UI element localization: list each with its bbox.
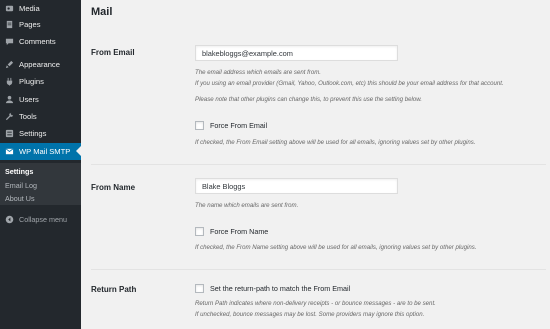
sidebar-item-tools[interactable]: Tools (0, 108, 81, 124)
appearance-icon (4, 59, 14, 69)
admin-sidebar: Media Pages Comments Appearance Plugins … (0, 0, 81, 329)
sidebar-item-label: Appearance (19, 59, 60, 69)
sidebar-item-label: Plugins (19, 76, 44, 86)
sidebar-item-wp-mail-smtp[interactable]: WP Mail SMTP (0, 143, 81, 160)
tools-icon (4, 111, 14, 121)
submenu-item-settings[interactable]: Settings (5, 167, 33, 176)
collapse-icon (4, 214, 14, 224)
sidebar-item-label: Pages (19, 19, 41, 29)
sidebar-item-users[interactable]: Users (0, 91, 81, 107)
collapse-menu-button[interactable]: Collapse menu (0, 212, 81, 226)
comments-icon (4, 36, 14, 46)
from-email-description: The email address which emails are sent … (195, 69, 321, 76)
from-name-label: From Name (91, 183, 136, 192)
sidebar-item-pages[interactable]: Pages (0, 16, 81, 32)
sidebar-item-media[interactable]: Media (0, 0, 81, 16)
settings-icon (4, 128, 14, 138)
page-title: Mail (91, 6, 113, 18)
sidebar-item-plugins[interactable]: Plugins (0, 73, 81, 89)
pages-icon (4, 19, 14, 29)
sidebar-item-label: Media (19, 3, 40, 13)
from-name-input[interactable] (195, 178, 398, 194)
sidebar-item-label: Comments (19, 36, 56, 46)
sidebar-item-comments[interactable]: Comments (0, 33, 81, 49)
return-path-label: Return Path (91, 285, 137, 294)
sidebar-item-appearance[interactable]: Appearance (0, 56, 81, 72)
force-from-name-label: Force From Name (210, 227, 269, 236)
from-email-provider-note: If you using an email provider (Gmail, Y… (195, 80, 504, 87)
sidebar-item-settings[interactable]: Settings (0, 125, 81, 141)
force-from-name-option[interactable]: Force From Name (195, 227, 268, 236)
return-path-option[interactable]: Set the return-path to match the From Em… (195, 284, 350, 293)
sidebar-submenu: Settings Email Log About Us (0, 163, 81, 205)
mail-icon (4, 147, 14, 157)
force-from-name-description: If checked, the From Name setting above … (195, 244, 477, 251)
from-email-label: From Email (91, 48, 135, 57)
from-email-plugins-note: Please note that other plugins can chang… (195, 96, 422, 103)
return-path-description: Return Path indicates where non-delivery… (195, 300, 436, 307)
sidebar-item-label: Tools (19, 111, 37, 121)
submenu-item-about-us[interactable]: About Us (5, 194, 35, 203)
plugins-icon (4, 76, 14, 86)
sidebar-item-label: WP Mail SMTP (19, 147, 71, 156)
force-from-email-label: Force From Email (210, 121, 268, 130)
return-path-check-label: Set the return-path to match the From Em… (210, 284, 351, 293)
return-path-warning: If unchecked, bounce messages may be los… (195, 311, 425, 318)
media-icon (4, 3, 14, 13)
section-divider (91, 164, 546, 165)
return-path-checkbox[interactable] (195, 284, 204, 293)
collapse-menu-label: Collapse menu (19, 214, 67, 224)
submenu-item-email-log[interactable]: Email Log (5, 181, 37, 190)
from-name-description: The name which emails are sent from. (195, 202, 299, 209)
users-icon (4, 94, 14, 104)
settings-content: Mail From Email The email address which … (81, 0, 550, 329)
from-email-input[interactable] (195, 45, 398, 61)
force-from-email-description: If checked, the From Email setting above… (195, 139, 476, 146)
sidebar-item-label: Users (19, 94, 39, 104)
force-from-email-checkbox[interactable] (195, 121, 204, 130)
sidebar-item-label: Settings (19, 128, 47, 138)
force-from-email-option[interactable]: Force From Email (195, 121, 267, 130)
force-from-name-checkbox[interactable] (195, 227, 204, 236)
section-divider (91, 269, 546, 270)
